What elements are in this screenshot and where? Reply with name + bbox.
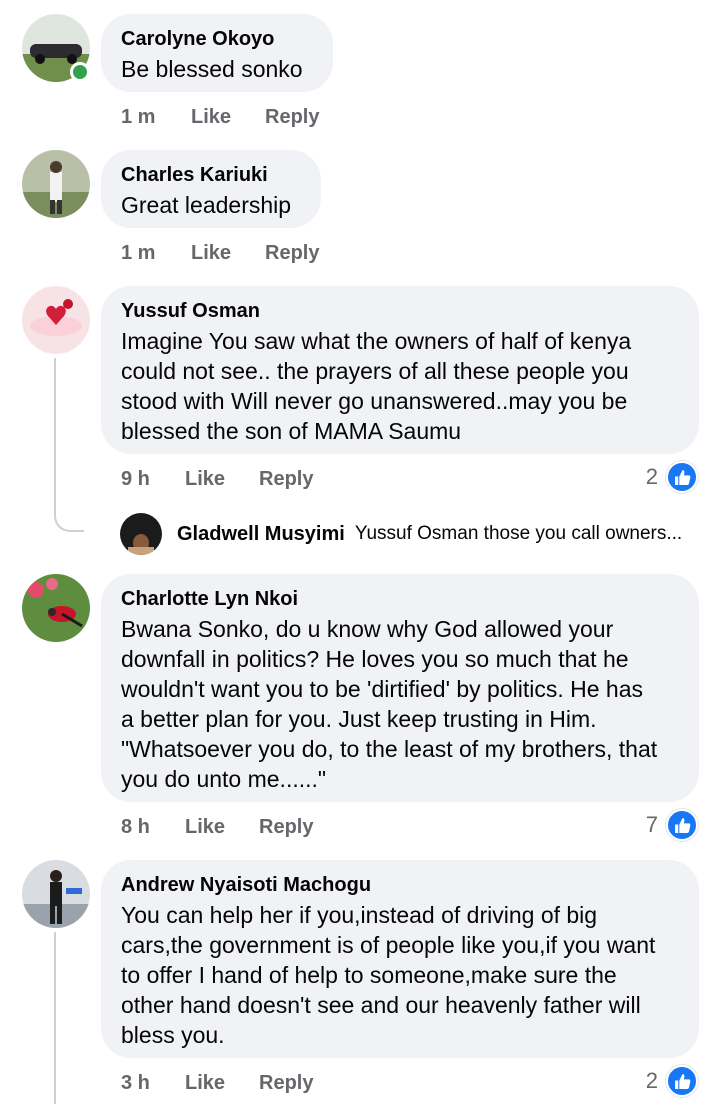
like-button[interactable]: Like [191,103,265,131]
reply-author[interactable]: Gladwell Musyimi [177,523,345,546]
comment-author[interactable]: Carolyne Okoyo [121,26,313,52]
reaction-count: 2 [645,1068,658,1093]
comment-bubble[interactable]: Carolyne Okoyo Be blessed sonko [101,14,333,92]
comment-time[interactable]: 9 h [121,465,185,493]
thread-connector-line [54,358,56,516]
reaction-count: 7 [645,812,658,837]
thread-connector-curve [54,516,84,532]
comment-author[interactable]: Charles Kariuki [121,162,301,188]
reply-button[interactable]: Reply [265,239,319,267]
reaction-summary[interactable]: 2 [645,461,698,493]
comment-bubble[interactable]: Yussuf Osman Imagine You saw what the ow… [101,286,699,454]
comment-text: Bwana Sonko, do u know why God allowed y… [121,616,658,792]
comment-time[interactable]: 3 h [121,1069,185,1097]
reply-button[interactable]: Reply [259,465,313,493]
like-button[interactable]: Like [185,1069,259,1097]
avatar[interactable] [22,150,90,218]
comment-bubble[interactable]: Charlotte Lyn Nkoi Bwana Sonko, do u kno… [101,574,699,802]
like-thumb-icon [666,1065,698,1097]
comment-actions: 1 m Like Reply [121,103,319,131]
like-thumb-icon [666,809,698,841]
comment-actions: 9 h Like Reply [121,465,313,493]
avatar[interactable] [120,513,162,555]
reply-preview[interactable]: Gladwell Musyimi Yussuf Osman those you … [120,512,682,556]
comment-actions: 1 m Like Reply [121,239,319,267]
thread-connector-line [54,932,56,1104]
reaction-count: 2 [645,464,658,489]
online-status-dot [70,62,90,82]
reply-button[interactable]: Reply [259,813,313,841]
reaction-summary[interactable]: 7 [645,809,698,841]
comment-actions: 8 h Like Reply [121,813,313,841]
comment-time[interactable]: 1 m [121,239,191,267]
reply-button[interactable]: Reply [259,1069,313,1097]
comment-text: Great leadership [121,192,292,218]
comment-bubble[interactable]: Andrew Nyaisoti Machogu You can help her… [101,860,699,1058]
reaction-summary[interactable]: 2 [645,1065,698,1097]
comment-author[interactable]: Charlotte Lyn Nkoi [121,586,679,612]
comment-time[interactable]: 8 h [121,813,185,841]
comment-author[interactable]: Yussuf Osman [121,298,679,324]
comment-bubble[interactable]: Charles Kariuki Great leadership [101,150,321,228]
like-button[interactable]: Like [185,465,259,493]
avatar[interactable] [22,860,90,928]
comment-time[interactable]: 1 m [121,103,191,131]
comment-author[interactable]: Andrew Nyaisoti Machogu [121,872,679,898]
comment-text: Be blessed sonko [121,56,303,82]
reply-text: Yussuf Osman those you call owners... [354,523,683,544]
like-button[interactable]: Like [185,813,259,841]
avatar[interactable] [22,286,90,354]
comment-text: You can help her if you,instead of drivi… [121,902,656,1048]
comment-text: Imagine You saw what the owners of half … [121,328,632,444]
reply-button[interactable]: Reply [265,103,319,131]
like-thumb-icon [666,461,698,493]
comment-actions: 3 h Like Reply [121,1069,313,1097]
like-button[interactable]: Like [191,239,265,267]
avatar[interactable] [22,574,90,642]
